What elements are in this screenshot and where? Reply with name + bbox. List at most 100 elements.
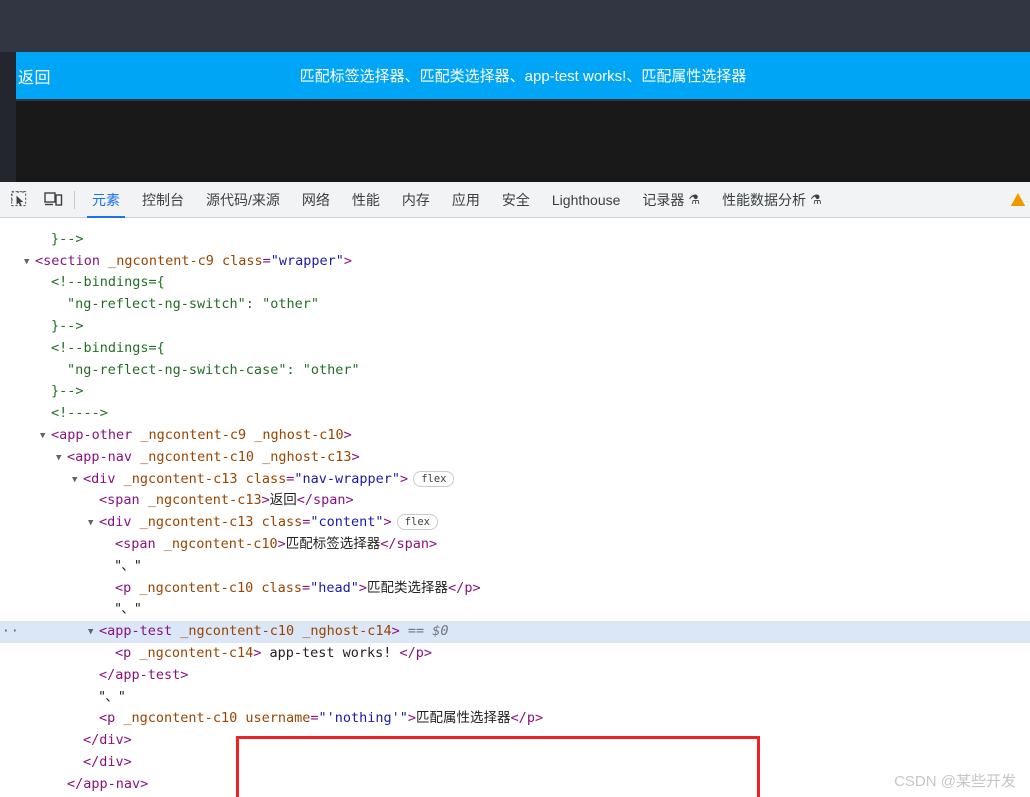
twisty-spacer: ▼ <box>56 775 67 797</box>
dom-token-tag: p <box>526 710 535 727</box>
dom-token-attr: _ngcontent-c13 <box>139 492 262 509</box>
dom-row[interactable]: ▼ <box>0 218 1030 229</box>
tab-application[interactable]: 应用 <box>441 182 491 218</box>
dom-row[interactable]: ▼<!--bindings={ <box>0 272 1030 294</box>
dom-row[interactable]: ▼<!----> <box>0 403 1030 425</box>
dom-token-punct: = <box>310 710 319 727</box>
dom-token-attr: _ngcontent-c10 <box>132 448 254 465</box>
chevron-down-icon[interactable]: ▼ <box>56 448 67 470</box>
dom-token-punct: > <box>277 535 286 552</box>
twisty-spacer: ▼ <box>72 753 83 775</box>
twisty-spacer: ▼ <box>40 317 51 339</box>
tab-network[interactable]: 网络 <box>291 182 341 218</box>
tab-lighthouse[interactable]: Lighthouse <box>541 182 632 218</box>
dom-row[interactable]: ▼}--> <box>0 229 1030 251</box>
csdn-watermark: CSDN @某些开发 <box>894 773 1016 790</box>
dom-token-cmt: <!----> <box>51 405 108 422</box>
chevron-down-icon[interactable]: ▼ <box>88 622 99 644</box>
dom-row[interactable]: ▼ <div _ngcontent-c13 class="nav-wrapper"… <box>0 469 1030 491</box>
chevron-down-icon[interactable]: ▼ <box>72 470 83 492</box>
dom-token-punct: < <box>99 514 108 531</box>
dom-token-attr: _ngcontent-c10 <box>155 535 278 552</box>
dom-token-punct: > <box>429 535 438 552</box>
dom-token-tag: app-test <box>115 666 181 683</box>
devtools-tabs: 元素 控制台 源代码/来源 网络 性能 内存 应用 安全 Lighthouse … <box>81 182 833 218</box>
app-nav-bar: 返回 匹配标签选择器、匹配类选择器、app-test works!、匹配属性选择… <box>16 52 1030 99</box>
dom-row[interactable]: ▼ <div _ngcontent-c13 class="content"> fle… <box>0 512 1030 534</box>
dom-token-punct: > <box>123 732 132 749</box>
dom-row[interactable]: ▼<p _ngcontent-c10 username="'nothing'">… <box>0 708 1030 730</box>
dom-token-attr: _ngcontent-c9 <box>100 252 214 269</box>
dom-row[interactable]: ▼"ng-reflect-ng-switch": "other" <box>0 294 1030 316</box>
dom-token-punct: < <box>35 252 44 269</box>
dom-token-attr: _ngcontent-c10 <box>131 579 254 596</box>
dom-token-punct: > <box>261 492 270 509</box>
tab-performance-insights[interactable]: 性能数据分析 ⚗ <box>711 182 833 218</box>
flex-badge[interactable]: flex <box>413 470 455 487</box>
dom-row[interactable]: ▼</app-nav> <box>0 774 1030 796</box>
twisty-spacer: ▼ <box>88 666 99 688</box>
device-toolbar-icon[interactable] <box>38 185 68 215</box>
dom-token-punct: = <box>301 579 311 596</box>
dom-token-tag: app-nav <box>83 775 141 792</box>
flask-icon: ⚗ <box>810 192 822 207</box>
dom-row[interactable]: ▼ <section _ngcontent-c9 class="wrapper"> <box>0 251 1030 273</box>
chevron-down-icon[interactable]: ▼ <box>24 252 35 274</box>
dom-row[interactable]: ▼<span _ngcontent-c13>返回</span> <box>0 490 1030 512</box>
dom-token-punct: </ <box>67 775 84 792</box>
flex-badge[interactable]: flex <box>396 514 438 531</box>
warning-triangle-icon[interactable] <box>1010 192 1026 207</box>
dom-token-punct: < <box>99 623 108 640</box>
dom-row[interactable]: ▼}--> <box>0 381 1030 403</box>
tab-security[interactable]: 安全 <box>491 182 541 218</box>
dom-token-val: "content" <box>310 514 384 531</box>
dom-token-cmt: <!--bindings={ <box>51 339 165 356</box>
dom-token-tag: section <box>43 252 101 269</box>
dom-row[interactable]: ▼<!--bindings={ <box>0 338 1030 360</box>
dom-row[interactable]: ▼"ng-reflect-ng-switch-case": "other" <box>0 360 1030 382</box>
dom-token-txt: "、" <box>115 601 141 618</box>
dom-row[interactable]: ▼"、" <box>0 556 1030 578</box>
tab-sources[interactable]: 源代码/来源 <box>195 182 291 218</box>
tab-memory[interactable]: 内存 <box>391 182 441 218</box>
dom-token-txt: app-test works! <box>261 644 400 661</box>
tab-console[interactable]: 控制台 <box>131 182 195 218</box>
dom-row[interactable]: ▼ <app-nav _ngcontent-c10 _nghost-c13> <box>0 447 1030 469</box>
dom-token-punct: > <box>345 492 354 509</box>
tab-performance[interactable]: 性能 <box>341 182 391 218</box>
chevron-down-icon[interactable]: ▼ <box>88 513 99 535</box>
dom-token-tag: div <box>91 470 116 487</box>
dom-row[interactable]: ▼}--> <box>0 316 1030 338</box>
dom-token-attr: _ngcontent-c9 <box>132 426 247 443</box>
dom-token-val: "nav-wrapper" <box>294 470 401 487</box>
chevron-down-icon[interactable]: ▼ <box>40 426 51 448</box>
dom-token-cmt: }--> <box>51 383 84 400</box>
dom-token-punct: </ <box>399 644 416 661</box>
dom-token-tag: div <box>99 753 124 770</box>
dom-row[interactable]: ▼<p _ngcontent-c10 class="head">匹配类选择器</… <box>0 578 1030 600</box>
devtools-toolbar: 元素 控制台 源代码/来源 网络 性能 内存 应用 安全 Lighthouse … <box>0 182 1030 218</box>
dom-row[interactable]: ▼</app-test> <box>0 665 1030 687</box>
dom-row[interactable]: ▼</div> <box>0 752 1030 774</box>
dom-row[interactable]: ▼"、" <box>0 599 1030 621</box>
dom-token-punct: </ <box>448 579 465 596</box>
dom-row-selected[interactable]: ·· ▼ <app-test _ngcontent-c10 _nghost-c14>… <box>0 621 1030 643</box>
twisty-spacer: ▼ <box>88 709 99 731</box>
dom-row[interactable]: ▼"、" <box>0 687 1030 709</box>
tab-recorder-label: 记录器 <box>642 191 685 208</box>
dom-row[interactable]: ▼<p _ngcontent-c14> app-test works! </p> <box>0 643 1030 665</box>
devtools-panel: 元素 控制台 源代码/来源 网络 性能 内存 应用 安全 Lighthouse … <box>0 182 1030 797</box>
dom-row[interactable]: ▼</div> <box>0 730 1030 752</box>
tab-recorder[interactable]: 记录器 ⚗ <box>631 182 711 218</box>
dom-row[interactable]: ▼ <app-other _ngcontent-c9 _nghost-c10> <box>0 425 1030 447</box>
dom-token-punct: > <box>391 623 400 640</box>
twisty-spacer: ▼ <box>40 382 51 404</box>
twisty-spacer: ▼ <box>104 600 115 622</box>
dom-tree-panel[interactable]: ▼▼}-->▼<section _ngcontent-c9 class="wra… <box>0 218 1030 797</box>
tab-elements[interactable]: 元素 <box>81 182 131 218</box>
dom-token-dollar: == $0 <box>399 623 449 640</box>
dom-token-tag: div <box>99 732 124 749</box>
dom-row[interactable]: ▼<span _ngcontent-c10>匹配标签选择器</span> <box>0 534 1030 556</box>
dom-token-punct: > <box>343 426 352 443</box>
inspect-cursor-icon[interactable] <box>4 185 34 215</box>
